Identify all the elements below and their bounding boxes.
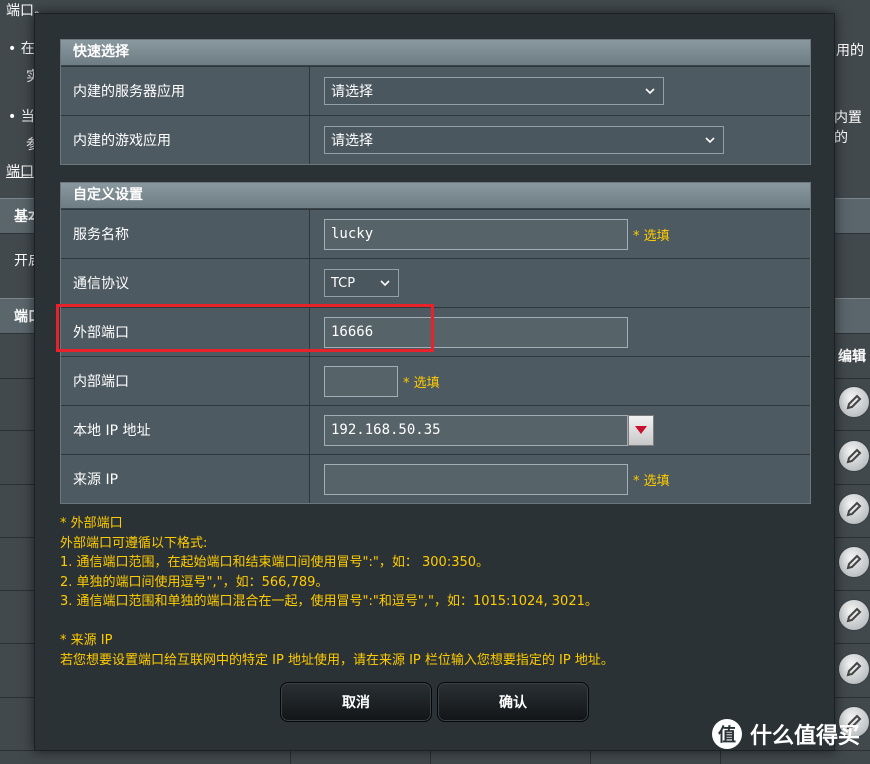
note-external-2: 2. 单独的端口间使用逗号","，如：566,789。 (60, 574, 329, 590)
note-external-1: 1. 通信端口范围，在起始端口和结束端口间使用冒号":"，如： 300:350。 (60, 555, 490, 571)
local-ip-dropdown-button[interactable] (628, 414, 654, 446)
bg-bullet-1-right: 用的 (836, 43, 864, 59)
bg-bullet-1-text: 在 (20, 41, 35, 57)
row-source-ip: 来源 IP * 选填 (61, 454, 810, 503)
confirm-button[interactable]: 确认 (437, 682, 589, 722)
source-ip-input[interactable] (324, 463, 628, 495)
bg-column-edit: 编辑 (838, 349, 866, 365)
builtin-game-label: 内建的游戏应用 (61, 116, 310, 164)
service-name-hint: * 选填 (633, 228, 670, 244)
caret-down-icon (635, 426, 647, 434)
note-external-intro: 外部端口可遵循以下格式: (60, 535, 208, 551)
service-name-input[interactable]: lucky (324, 218, 628, 250)
source-ip-hint: * 选填 (633, 473, 670, 489)
local-ip-field: 192.168.50.35 (310, 406, 810, 454)
pencil-icon (846, 607, 862, 623)
service-name-field: lucky * 选填 (310, 210, 810, 258)
watermark: 值 什么值得买 (711, 718, 860, 750)
note-source-title: * 来源 IP (60, 632, 113, 648)
row-protocol: 通信协议 TCP (61, 258, 810, 307)
internal-port-field: * 选填 (310, 357, 810, 405)
pencil-icon (846, 554, 862, 570)
chevron-down-icon (380, 280, 390, 287)
protocol-field: TCP (310, 259, 810, 307)
protocol-value: TCP (331, 275, 356, 291)
edit-button[interactable] (838, 440, 870, 472)
builtin-server-field: 请选择 (310, 67, 810, 115)
quick-select-title: 快速选择 (61, 40, 810, 66)
note-external-title: * 外部端口 (60, 516, 123, 531)
edit-button[interactable] (838, 493, 870, 525)
pencil-icon (846, 661, 862, 677)
source-ip-field: * 选填 (310, 455, 810, 503)
bg-bullet-1: • 在 (8, 41, 35, 57)
edit-button[interactable] (838, 386, 870, 418)
help-notes: * 外部端口 外部端口可遵循以下格式: 1. 通信端口范围，在起始端口和结束端口… (60, 514, 820, 670)
local-ip-input[interactable]: 192.168.50.35 (324, 414, 628, 446)
chevron-down-icon (645, 88, 655, 95)
pencil-icon (846, 501, 862, 517)
local-ip-label: 本地 IP 地址 (61, 406, 310, 454)
builtin-server-label: 内建的服务器应用 (61, 67, 310, 115)
bg-bullet-2-right: 内置的 (834, 110, 862, 146)
pencil-icon (846, 448, 862, 464)
note-external-3: 3. 通信端口范围和单独的端口混合在一起，使用冒号":"和逗号","，如：101… (60, 594, 598, 610)
internal-port-input[interactable] (324, 365, 398, 397)
row-internal-port: 内部端口 * 选填 (61, 356, 810, 405)
pencil-icon (846, 394, 862, 410)
external-port-highlight (56, 304, 434, 352)
internal-port-label: 内部端口 (61, 357, 310, 405)
protocol-select[interactable]: TCP (324, 269, 399, 297)
cancel-button[interactable]: 取消 (280, 682, 432, 722)
source-ip-label: 来源 IP (61, 455, 310, 503)
port-forward-dialog: 快速选择 内建的服务器应用 请选择 内建的游戏应用 请选择 自定义设置 服务名称… (34, 13, 835, 751)
bg-section-link[interactable]: 端口 (6, 161, 34, 181)
bg-bullet-2: • 当 (8, 109, 35, 125)
builtin-server-value: 请选择 (331, 84, 373, 100)
row-builtin-game: 内建的游戏应用 请选择 (61, 115, 810, 164)
note-source-text: 若您想要设置端口给互联网中的特定 IP 地址使用，请在来源 IP 栏位输入您想要… (60, 652, 614, 668)
edit-button[interactable] (838, 653, 870, 685)
chevron-down-icon (705, 137, 715, 144)
builtin-game-select[interactable]: 请选择 (324, 126, 724, 154)
builtin-game-value: 请选择 (331, 133, 373, 149)
row-local-ip: 本地 IP 地址 192.168.50.35 (61, 405, 810, 454)
service-name-label: 服务名称 (61, 210, 310, 258)
custom-settings-title: 自定义设置 (61, 183, 810, 209)
quick-select-section: 快速选择 内建的服务器应用 请选择 内建的游戏应用 请选择 (60, 39, 811, 165)
watermark-logo: 值 (711, 719, 742, 749)
builtin-server-select[interactable]: 请选择 (324, 77, 664, 105)
protocol-label: 通信协议 (61, 259, 310, 307)
builtin-game-field: 请选择 (310, 116, 810, 164)
row-builtin-server: 内建的服务器应用 请选择 (61, 66, 810, 115)
edit-button[interactable] (838, 599, 870, 631)
edit-button[interactable] (838, 546, 870, 578)
row-service-name: 服务名称 lucky * 选填 (61, 209, 810, 258)
bg-bullet-2-text: 当 (20, 109, 35, 125)
watermark-text: 什么值得买 (749, 724, 860, 749)
internal-port-hint: * 选填 (403, 375, 440, 391)
